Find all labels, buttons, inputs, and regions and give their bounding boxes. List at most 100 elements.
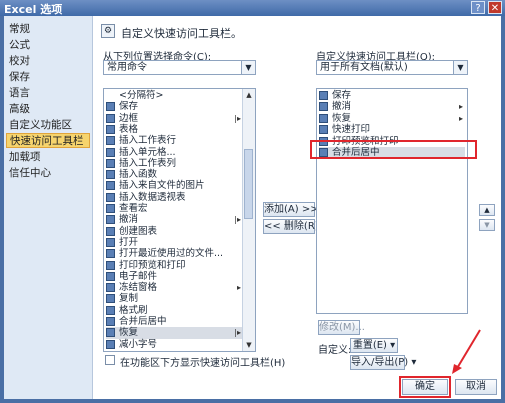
table-icon <box>106 124 115 134</box>
sidebar-item-proofing[interactable]: 校对 <box>6 54 90 69</box>
merge-center-icon <box>106 317 115 326</box>
show-below-ribbon-label: 在功能区下方显示快速访问工具栏(H) <box>120 358 286 369</box>
list-item[interactable]: 恢复 ▸ <box>319 113 465 124</box>
import-export-button[interactable]: 导入/导出(P) ▾ <box>350 355 416 370</box>
list-item[interactable]: 边框 |▸ <box>106 113 243 124</box>
submenu-arrow-icon: |▸ <box>234 328 241 338</box>
chart-icon <box>106 226 115 236</box>
list-item[interactable]: 电子邮件 <box>106 271 243 282</box>
list-item[interactable]: 插入工作表行 <box>106 135 243 146</box>
list-item-label: 保存 <box>332 90 352 101</box>
picture-icon <box>106 181 115 191</box>
sidebar-item-advanced[interactable]: 高级 <box>6 102 90 117</box>
list-item-label: 插入工作表列 <box>119 157 177 169</box>
modify-button[interactable]: 修改(M)... <box>318 320 365 335</box>
scroll-up-icon[interactable]: ▲ <box>243 89 255 101</box>
scroll-thumb[interactable] <box>244 149 253 219</box>
copy-icon <box>106 294 115 304</box>
choose-commands-dropdown[interactable]: 常用命令 ▼ <box>103 60 256 75</box>
list-item[interactable]: 打开 <box>106 237 243 248</box>
customize-toolbar-dropdown[interactable]: 用于所有文档(默认) ▼ <box>316 60 468 75</box>
help-button[interactable]: ? <box>471 1 485 14</box>
list-item[interactable]: 保存 <box>319 90 465 101</box>
submenu-arrow-icon: |▸ <box>234 113 241 123</box>
sidebar-item-save[interactable]: 保存 <box>6 70 90 85</box>
list-item[interactable]: 插入函数 <box>106 169 243 180</box>
show-below-ribbon-checkbox[interactable] <box>105 355 115 365</box>
dialog-client: 常规 公式 校对 保存 语言 高级 自定义功能区 快速访问工具栏 加载项 信任中… <box>4 16 501 399</box>
chevron-down-icon[interactable]: ▼ <box>453 61 467 74</box>
list-item[interactable]: 冻结窗格 ▸ <box>106 282 243 293</box>
sidebar-item-customize-ribbon[interactable]: 自定义功能区 <box>6 118 90 133</box>
list-item[interactable]: 快速打印 <box>319 124 465 135</box>
highlight-box <box>310 140 477 159</box>
close-button[interactable]: ✕ <box>488 1 502 14</box>
list-item[interactable]: 插入数据透视表 <box>106 192 243 203</box>
list-item[interactable]: 创建图表 <box>106 226 243 237</box>
available-commands-scrollbar[interactable]: ▲ ▼ <box>242 89 255 351</box>
remove-button[interactable]: << 删除(R) <box>263 219 319 234</box>
list-item-label: 插入单元格... <box>119 146 176 158</box>
list-item[interactable]: 插入来自文件的图片 <box>106 180 243 191</box>
scroll-down-icon[interactable]: ▼ <box>243 339 255 351</box>
sidebar-item-language[interactable]: 语言 <box>6 86 90 101</box>
undo-icon <box>319 102 328 112</box>
available-commands-list[interactable]: <分隔符> 保存 边框 |▸ 表格 插入工作表行 插入单元格... 插入工作表列 插入函数 插入来… <box>103 88 256 352</box>
print-preview-icon <box>106 260 115 270</box>
list-item[interactable]: 打开最近使用过的文件... <box>106 248 243 259</box>
list-item[interactable]: 恢复 |▸ <box>106 327 243 339</box>
open-icon <box>106 237 115 247</box>
list-item[interactable]: 减小字号 <box>106 339 243 350</box>
function-icon <box>106 170 115 180</box>
list-item[interactable]: 插入单元格... <box>106 147 243 158</box>
list-item-label: 合并后居中 <box>119 316 167 327</box>
sidebar-item-add-ins[interactable]: 加载项 <box>6 150 90 165</box>
format-painter-icon <box>106 305 115 315</box>
list-item[interactable]: 撤消 |▸ <box>106 214 243 225</box>
list-item-label: 冻结窗格 <box>119 282 158 294</box>
submenu-arrow-icon: ▸ <box>458 113 463 123</box>
sidebar-item-general[interactable]: 常规 <box>6 22 90 37</box>
chevron-down-icon[interactable]: ▼ <box>241 61 255 74</box>
reset-button[interactable]: 重置(E) ▾ <box>350 338 398 353</box>
list-item[interactable]: 插入工作表列 <box>106 158 243 169</box>
list-item-label: 插入函数 <box>119 169 158 181</box>
list-item[interactable]: 撤消 ▸ <box>319 101 465 112</box>
list-item[interactable]: 表格 <box>106 124 243 135</box>
ok-highlight-box <box>399 376 451 398</box>
sidebar-item-quick-access-toolbar[interactable]: 快速访问工具栏 <box>6 133 90 148</box>
cancel-button[interactable]: 取消 <box>455 379 497 395</box>
list-item[interactable]: 保存 <box>106 101 243 112</box>
submenu-arrow-icon: |▸ <box>234 215 241 225</box>
list-item[interactable]: 查看宏 <box>106 203 243 214</box>
pivot-table-icon <box>106 192 115 202</box>
list-item[interactable]: 复制 <box>106 293 243 304</box>
freeze-panes-icon <box>106 283 115 293</box>
move-down-button[interactable]: ▼ <box>479 219 495 231</box>
sidebar-item-trust-center[interactable]: 信任中心 <box>6 166 90 181</box>
list-item[interactable]: 打印预览和打印 <box>106 260 243 271</box>
list-item-label: 保存 <box>119 101 139 113</box>
window-title: Excel 选项 <box>4 3 63 16</box>
sidebar-item-formulas[interactable]: 公式 <box>6 38 90 53</box>
save-icon <box>319 91 328 100</box>
list-item-label: 恢复 <box>332 112 352 124</box>
list-item-label: 表格 <box>119 123 139 135</box>
title-bar: Excel 选项 ? ✕ <box>0 0 505 16</box>
email-icon <box>106 271 115 281</box>
list-item-label: 复制 <box>119 293 139 305</box>
move-up-button[interactable]: ▲ <box>479 204 495 216</box>
add-button[interactable]: 添加(A) >> <box>263 202 319 217</box>
list-item[interactable]: <分隔符> <box>106 90 243 101</box>
recent-file-icon <box>106 249 115 259</box>
toolbar-commands-list[interactable]: 保存 撤消 ▸ 恢复 ▸ 快速打印 打印预览和打印 合并后居中 <box>316 88 468 314</box>
list-item[interactable]: 格式刷 <box>106 305 243 316</box>
list-item-label: 打印预览和打印 <box>119 259 186 271</box>
list-item-label: 电子邮件 <box>119 270 158 282</box>
list-item-label: 格式刷 <box>119 304 148 316</box>
list-item-label: 快速打印 <box>332 124 371 136</box>
list-item-label: 撤消 <box>119 214 139 226</box>
list-item[interactable]: 合并后居中 <box>106 316 243 327</box>
submenu-arrow-icon: ▸ <box>236 283 241 293</box>
redo-icon <box>319 113 328 123</box>
